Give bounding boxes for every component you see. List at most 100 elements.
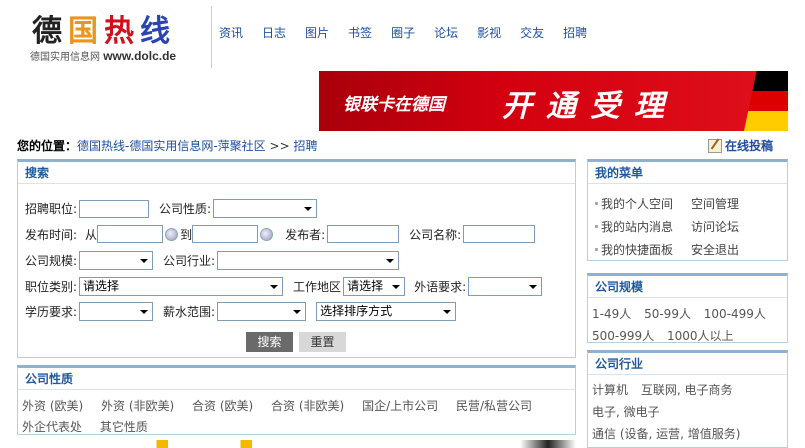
scale-link[interactable]: 1000人以上 — [667, 329, 734, 343]
reset-button[interactable]: 重置 — [299, 332, 346, 352]
publisher-label: 发布者: — [285, 227, 326, 242]
scale-link[interactable]: 1-49人 — [592, 307, 631, 321]
breadcrumb-prefix: 您的位置： — [17, 139, 78, 153]
menu-quick-panel[interactable]: 我的快捷面板 — [601, 241, 673, 258]
scale-link[interactable]: 500-999人 — [592, 329, 654, 343]
from-label: 从 — [85, 227, 98, 242]
industry-link[interactable]: 计算机 — [592, 383, 628, 397]
salary-range-select[interactable] — [217, 302, 307, 321]
logo-char-3: 热 — [104, 14, 140, 49]
bullet-icon — [595, 202, 598, 205]
post-online-button[interactable]: 在线投稿 — [708, 137, 773, 154]
salary-range-label: 薪水范围: — [163, 305, 216, 319]
banner-left-text: 银联卡在德国 — [343, 95, 445, 115]
bottom-banner[interactable] — [17, 440, 576, 448]
industry-link[interactable]: 电子, 微电子 — [592, 405, 660, 419]
education-requirement-select[interactable] — [79, 302, 154, 321]
industry-link[interactable]: 通信 (设备, 运营, 增值服务) — [592, 427, 740, 441]
company-nature-title: 公司性质 — [18, 368, 575, 390]
banner-right-text: 开通受理 — [502, 89, 678, 124]
menu-personal-space[interactable]: 我的个人空间 — [601, 195, 673, 212]
job-category-label: 职位类别: — [25, 280, 78, 294]
publish-time-label: 发布时间: — [25, 227, 78, 242]
menu-row: 我的快捷面板 安全退出 — [595, 238, 739, 261]
job-category-value: 请选择 — [83, 279, 120, 293]
nav-movies[interactable]: 影视 — [477, 24, 501, 41]
sort-order-select[interactable]: 选择排序方式 — [316, 302, 457, 321]
education-requirement-label: 学历要求: — [25, 305, 78, 319]
calendar-icon[interactable] — [165, 227, 179, 241]
date-to-input[interactable] — [192, 225, 259, 243]
logo-subtitle: 德国实用信息网 www.dolc.de — [30, 48, 176, 63]
search-button[interactable]: 搜索 — [246, 332, 293, 352]
nature-link[interactable]: 合资 (欧美) — [192, 399, 253, 413]
company-nature-row-1: 外资 (欧美) 外资 (非欧美) 合资 (欧美) 合资 (非欧美) 国企/上市公… — [22, 397, 546, 414]
company-name-label: 公司名称: — [409, 227, 462, 242]
nature-link[interactable]: 其它性质 — [100, 420, 148, 434]
publisher-input[interactable] — [327, 225, 400, 243]
nature-link[interactable]: 外资 (非欧美) — [101, 399, 174, 413]
breadcrumb-current[interactable]: 招聘 — [293, 139, 317, 153]
nature-link[interactable]: 合资 (非欧美) — [271, 399, 344, 413]
menu-row: 我的站内消息 访问论坛 — [595, 215, 739, 238]
company-scale-label: 公司规模: — [25, 254, 78, 268]
logo-text: 德国热线 — [32, 6, 176, 50]
flag-stripe-black — [752, 71, 788, 91]
work-area-value: 请选择 — [347, 279, 384, 293]
nav-circles[interactable]: 圈子 — [391, 24, 415, 41]
company-type-select[interactable] — [213, 199, 318, 218]
company-nature-row-2: 外企代表处 其它性质 — [22, 418, 162, 435]
nav-bookmarks[interactable]: 书签 — [348, 24, 372, 41]
nav-news[interactable]: 资讯 — [219, 24, 243, 41]
company-industry-panel: 公司行业 计算机 互联网, 电子商务 电子, 微电子 通信 (设备, 运营, 增… — [587, 350, 788, 448]
scale-link[interactable]: 50-99人 — [644, 307, 691, 321]
breadcrumb-site-link[interactable]: 德国热线-德国实用信息网-萍聚社区 — [77, 139, 266, 153]
chevron-down-icon — [289, 304, 305, 319]
logo-char-2: 国 — [68, 14, 104, 49]
company-industry-row-3: 通信 (设备, 运营, 增值服务) — [592, 425, 749, 442]
nature-link[interactable]: 民营/私营公司 — [456, 399, 532, 413]
form-row-2: 发布时间: 从 到 发布者: 公司名称: — [25, 225, 536, 243]
nav-jobs[interactable]: 招聘 — [563, 24, 587, 41]
nav-forum[interactable]: 论坛 — [434, 24, 458, 41]
company-industry-title: 公司行业 — [588, 353, 787, 375]
menu-space-admin[interactable]: 空间管理 — [691, 195, 739, 212]
nature-link[interactable]: 国企/上市公司 — [362, 399, 438, 413]
menu-logout[interactable]: 安全退出 — [691, 241, 739, 258]
nature-link[interactable]: 外资 (欧美) — [22, 399, 83, 413]
industry-link[interactable]: 互联网, 电子商务 — [641, 383, 733, 397]
nav-blog[interactable]: 日志 — [262, 24, 286, 41]
company-scale-row-1: 1-49人 50-99人 100-499人 — [592, 305, 775, 322]
nav-dating[interactable]: 交友 — [520, 24, 544, 41]
language-requirement-select[interactable] — [468, 277, 543, 296]
company-scale-select[interactable] — [79, 251, 154, 270]
calendar-icon[interactable] — [260, 227, 274, 241]
nature-link[interactable]: 外企代表处 — [22, 420, 82, 434]
site-logo[interactable]: 德国热线 德国实用信息网 www.dolc.de — [28, 6, 210, 64]
chevron-down-icon — [300, 201, 316, 216]
company-type-label: 公司性质: — [159, 202, 212, 216]
job-category-select[interactable]: 请选择 — [79, 277, 284, 296]
unionpay-banner[interactable]: 银联卡在德国 开通受理 — [319, 71, 788, 131]
date-from-input[interactable] — [97, 225, 164, 243]
flag-stripe-gold — [744, 111, 788, 131]
scale-link[interactable]: 100-499人 — [704, 307, 766, 321]
post-online-label: 在线投稿 — [725, 139, 774, 153]
search-panel-title: 搜索 — [18, 162, 575, 184]
work-area-select[interactable]: 请选择 — [343, 277, 406, 296]
company-industry-label: 公司行业: — [163, 254, 216, 268]
work-area-label: 工作地区 — [293, 280, 342, 294]
flag-stripe-red — [748, 91, 788, 111]
company-scale-row-2: 500-999人 1000人以上 — [592, 327, 743, 344]
logo-subtitle-cn: 德国实用信息网 — [30, 52, 100, 63]
job-position-input[interactable] — [79, 199, 150, 218]
bullet-icon — [595, 225, 598, 228]
menu-site-messages[interactable]: 我的站内消息 — [601, 218, 673, 235]
nav-photos[interactable]: 图片 — [305, 24, 329, 41]
chevron-down-icon — [388, 279, 404, 294]
menu-visit-forum[interactable]: 访问论坛 — [691, 218, 739, 235]
breadcrumb-separator: >> — [269, 139, 290, 153]
company-industry-select[interactable] — [217, 251, 400, 270]
my-menu-panel: 我的菜单 我的个人空间 空间管理 我的站内消息 访问论坛 我的快捷面板 安全退出 — [587, 159, 788, 261]
company-name-input[interactable] — [463, 225, 536, 243]
